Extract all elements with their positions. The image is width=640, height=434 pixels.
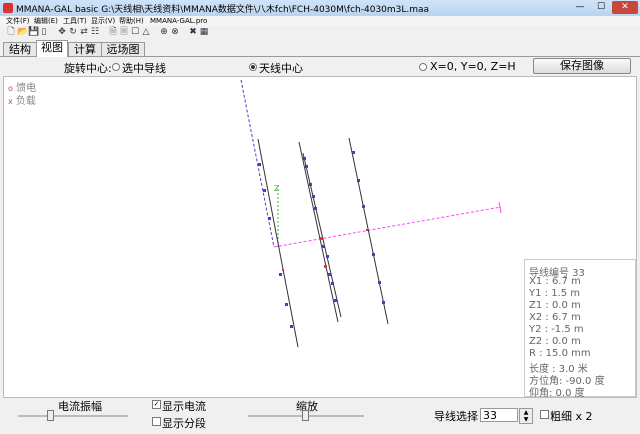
director-wire — [348, 137, 389, 325]
info-z2: Z2 : 0.0 m — [529, 336, 581, 347]
current-amplitude-thumb[interactable] — [47, 410, 54, 421]
copy-icon[interactable]: ▯ — [39, 27, 49, 37]
tab-far-field[interactable]: 远场图 — [101, 42, 145, 56]
zoom-thumb[interactable] — [302, 410, 309, 421]
radio-selected-wire[interactable] — [112, 63, 120, 71]
target-icon[interactable]: ⊕ — [159, 27, 169, 37]
table-icon[interactable]: ☷ — [90, 27, 100, 37]
stretch-icon[interactable]: ⇄ — [79, 27, 89, 37]
wire-info-panel: 导线编号 33 X1 : 6.7 m Y1 : 1.5 m Z1 : 0.0 m… — [524, 259, 636, 397]
bottom-controls: 电流振幅 ✓ 显示电流 显示分段 缩放 导线选择 粗细 x 2 — [0, 398, 640, 434]
triangle-icon[interactable]: △ — [141, 27, 151, 37]
show-current-label[interactable]: 显示电流 — [162, 398, 206, 414]
driven-wire-a — [298, 141, 339, 323]
save-icon[interactable]: 💾 — [28, 27, 39, 37]
show-current-checkbox[interactable]: ✓ — [152, 400, 161, 409]
show-segments-checkbox[interactable] — [152, 417, 161, 426]
menu-tools[interactable]: 工具(T) — [63, 16, 87, 26]
save-image-button[interactable]: 保存图像 — [533, 58, 631, 74]
x-axis-line — [273, 206, 502, 248]
tab-bar: 结构 视图 计算 远场图 — [0, 40, 640, 57]
radio-antenna-center[interactable] — [249, 63, 257, 71]
page-icon[interactable]: 🗎 — [108, 27, 118, 37]
move-icon[interactable]: ✥ — [57, 27, 67, 37]
minimize-button[interactable]: — — [570, 1, 590, 14]
page2-icon[interactable]: 🗏 — [119, 27, 129, 37]
info-z1: Z1 : 0.0 m — [529, 300, 581, 311]
box-icon[interactable]: ☐ — [130, 27, 140, 37]
radio-origin[interactable] — [419, 63, 427, 71]
calc-icon[interactable]: ▦ — [199, 27, 209, 37]
menu-edit[interactable]: 编辑(E) — [34, 16, 58, 26]
current-amplitude-label: 电流振幅 — [58, 400, 102, 413]
info-radius: R : 15.0 mm — [529, 348, 591, 359]
radio-origin-label[interactable]: X=0, Y=0, Z=H — [430, 60, 516, 73]
info-elevation: 仰角: 0.0 度 — [529, 388, 585, 398]
driven-wire-b — [302, 152, 342, 318]
show-segments-label[interactable]: 显示分段 — [162, 415, 206, 431]
menu-bar: 文件(F) 编辑(E) 工具(T) 显示(V) 帮助(H) MMANA-GAL.… — [0, 16, 640, 26]
open-folder-icon[interactable]: 📂 — [17, 27, 28, 37]
menu-view[interactable]: 显示(V) — [91, 16, 115, 26]
info-x2: X2 : 6.7 m — [529, 312, 581, 323]
tab-view[interactable]: 视图 — [36, 40, 68, 57]
info-y2: Y2 : -1.5 m — [529, 324, 584, 335]
antenna-3d-view[interactable]: o 馈电 x 负载 Z 导线编号 33 X1: 6.7 m Y1: 1.5 … — [3, 76, 637, 398]
current-amplitude-slider[interactable] — [18, 415, 128, 417]
menu-file[interactable]: 文件(F) — [6, 16, 30, 26]
y-axis-line — [240, 79, 275, 248]
z-axis-label: Z — [274, 184, 280, 193]
title-bar: MMANA-GAL basic G:\天线相\天线资料\MMANA数据文件\八木… — [0, 0, 640, 17]
wire-select-label: 导线选择 — [434, 410, 478, 423]
radio-selected-wire-label[interactable]: 选中导线 — [122, 60, 166, 76]
tools-icon[interactable]: ✖ — [188, 27, 198, 37]
menu-pro[interactable]: MMANA-GAL.pro — [150, 16, 207, 26]
info-y1: Y1 : 1.5 m — [529, 288, 581, 299]
menu-help[interactable]: 帮助(H) — [119, 16, 144, 26]
tab-structure[interactable]: 结构 — [3, 42, 37, 56]
app-icon — [3, 3, 13, 13]
close-button[interactable]: ✕ — [612, 1, 638, 14]
wire-select-spinner[interactable]: ▲ ▼ — [519, 408, 533, 424]
radio-antenna-center-label[interactable]: 天线中心 — [259, 60, 303, 76]
tab-calc[interactable]: 计算 — [68, 42, 102, 56]
window-title: MMANA-GAL basic G:\天线相\天线资料\MMANA数据文件\八木… — [16, 5, 430, 15]
reflector-wire — [257, 138, 299, 348]
app-window: MMANA-GAL basic G:\天线相\天线资料\MMANA数据文件\八木… — [0, 0, 640, 434]
rotate-icon[interactable]: ↻ — [68, 27, 78, 37]
maximize-button[interactable]: ☐ — [591, 1, 611, 14]
bold-checkbox[interactable] — [540, 410, 549, 419]
toolbar: 🗋 📂 💾 ▯ ✥ ↻ ⇄ ☷ 🗎 🗏 ☐ △ ⊕ ⊗ ✖ ▦ — [0, 26, 640, 39]
info-x1: X1 : 6.7 m — [529, 276, 581, 287]
wire-select-input[interactable]: 33 — [480, 408, 518, 422]
rotation-label: 旋转中心: — [64, 62, 112, 75]
bold-label[interactable]: 粗细 x 2 — [550, 408, 593, 424]
new-file-icon[interactable]: 🗋 — [6, 27, 16, 37]
zoom-icon[interactable]: ⊗ — [170, 27, 180, 37]
